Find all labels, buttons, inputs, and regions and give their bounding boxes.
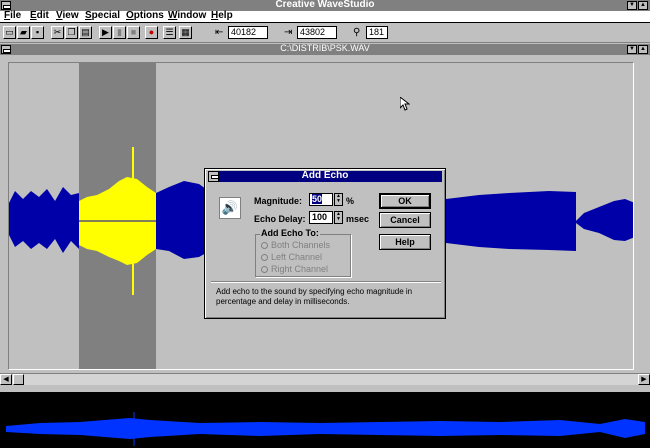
scroll-right-button[interactable]: ▶ <box>638 374 650 385</box>
zoom-icon: ⚲ <box>353 27 361 38</box>
document-maximize-button[interactable]: ▲ <box>638 45 648 54</box>
menu-help[interactable]: Help <box>211 10 233 21</box>
list-icon[interactable]: ☰ <box>163 26 176 39</box>
cancel-button[interactable]: Cancel <box>379 212 431 228</box>
radio-right-icon <box>261 266 268 273</box>
mouse-pointer-icon <box>400 97 410 111</box>
echo-delay-unit: msec <box>346 214 370 224</box>
end-marker-icon: ⇥ <box>284 27 293 38</box>
record-icon[interactable]: ● <box>145 26 158 39</box>
magnitude-unit: % <box>346 196 355 206</box>
echo-icon: 🔊 <box>219 197 241 219</box>
save-icon[interactable]: ▪ <box>31 26 44 39</box>
overview-waveform-panel[interactable] <box>0 390 650 448</box>
minimize-button[interactable]: ▼ <box>627 1 637 10</box>
add-echo-to-label: Add Echo To: <box>260 228 320 238</box>
radio-right-channel[interactable]: Right Channel <box>261 264 328 274</box>
menu-bar: File Edit View Special Options Window He… <box>0 10 650 23</box>
magnitude-value: 50 <box>312 194 323 204</box>
toolbar: ▭ ▰ ▪ ✂ ❐ ▤ ▶ ▮ ■ ● ☰ ▦ ⇤ 40182 ⇥ 43802 … <box>0 23 650 43</box>
stop-icon[interactable]: ■ <box>127 26 140 39</box>
radio-left-channel[interactable]: Left Channel <box>261 252 322 262</box>
copy-icon[interactable]: ❐ <box>65 26 78 39</box>
start-position-field[interactable]: 40182 <box>228 26 268 39</box>
magnitude-input[interactable]: 50 <box>309 193 333 206</box>
menu-edit[interactable]: Edit <box>30 10 49 21</box>
menu-window[interactable]: Window <box>168 10 206 21</box>
open-icon[interactable]: ▰ <box>17 26 30 39</box>
pause-icon[interactable]: ▮ <box>113 26 126 39</box>
echo-delay-spinner[interactable]: ▲ ▼ <box>334 211 343 224</box>
document-title-bar: C:\DISTRIB\PSK.WAV ▼ ▲ <box>0 43 650 55</box>
echo-delay-value: 100 <box>312 212 328 222</box>
start-marker-icon: ⇤ <box>215 27 224 38</box>
horizontal-scrollbar[interactable]: ◀ ▶ <box>0 373 650 385</box>
radio-left-icon <box>261 254 268 261</box>
magnitude-label: Magnitude: <box>254 196 302 206</box>
menu-special[interactable]: Special <box>85 10 120 21</box>
help-button[interactable]: Help <box>379 234 431 250</box>
menu-view[interactable]: View <box>56 10 79 21</box>
dialog-divider <box>211 281 441 283</box>
add-echo-to-group: Add Echo To: Both Channels Left Channel … <box>255 228 351 277</box>
maximize-button[interactable]: ▲ <box>638 1 648 10</box>
play-icon[interactable]: ▶ <box>99 26 112 39</box>
dialog-title-bar: Add Echo <box>208 170 442 182</box>
document-title: C:\DISTRIB\PSK.WAV <box>280 43 370 53</box>
add-echo-dialog: Add Echo 🔊 Magnitude: 50 ▲ ▼ % Echo Delay… <box>204 168 446 319</box>
options-icon[interactable]: ▦ <box>179 26 192 39</box>
new-icon[interactable]: ▭ <box>3 26 16 39</box>
scroll-left-button[interactable]: ◀ <box>0 374 12 385</box>
cut-icon[interactable]: ✂ <box>51 26 64 39</box>
zoom-field[interactable]: 181 <box>366 26 388 39</box>
waveform-left <box>9 187 79 253</box>
overview-waveform-graphic <box>6 412 645 446</box>
radio-left-label: Left Channel <box>271 252 323 262</box>
scroll-thumb[interactable] <box>13 374 24 385</box>
dialog-help-text: Add echo to the sound by specifying echo… <box>216 287 413 306</box>
end-position-field[interactable]: 43802 <box>297 26 337 39</box>
menu-options[interactable]: Options <box>126 10 164 21</box>
radio-right-label: Right Channel <box>271 264 329 274</box>
radio-both-label: Both Channels <box>271 240 331 250</box>
app-title: Creative WaveStudio <box>275 0 375 10</box>
paste-icon[interactable]: ▤ <box>79 26 92 39</box>
echo-delay-label: Echo Delay: <box>254 214 306 224</box>
dialog-title: Add Echo <box>301 170 349 181</box>
magnitude-spinner[interactable]: ▲ ▼ <box>334 193 343 206</box>
waveform-middle <box>156 181 206 259</box>
menu-file[interactable]: File <box>4 10 21 21</box>
overview-waveform <box>6 418 645 439</box>
radio-both-channels[interactable]: Both Channels <box>261 240 330 250</box>
radio-both-icon <box>261 242 268 249</box>
echo-delay-input[interactable]: 100 <box>309 211 333 224</box>
ok-button[interactable]: OK <box>379 193 431 209</box>
document-minimize-button[interactable]: ▼ <box>627 45 637 54</box>
